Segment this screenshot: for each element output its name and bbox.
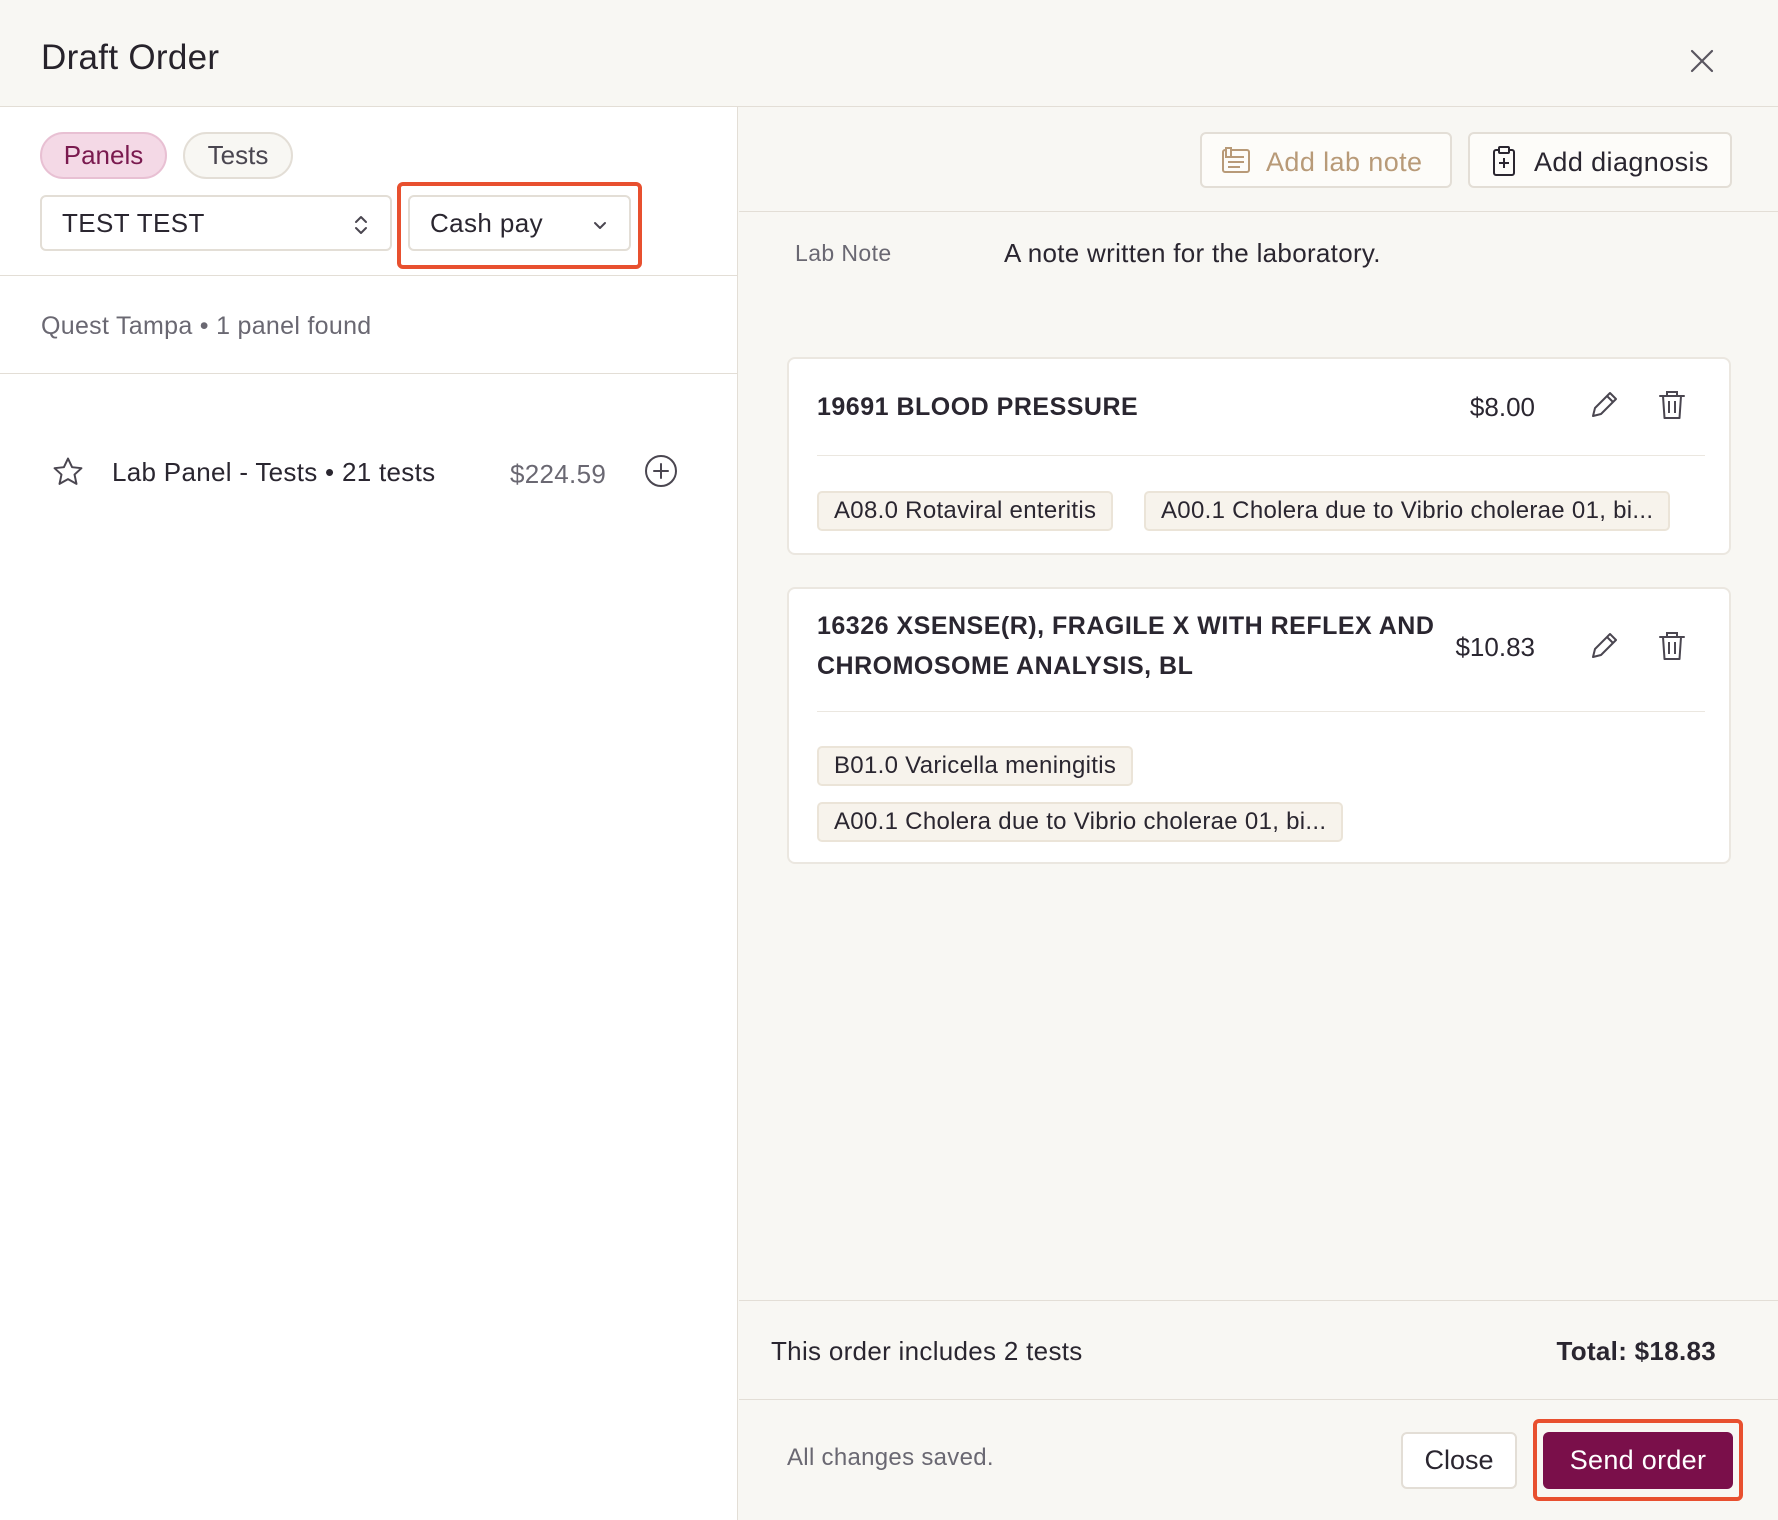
chevron-updown-icon (355, 216, 367, 234)
note-icon (1222, 147, 1250, 173)
send-order-button[interactable]: Send order (1543, 1432, 1733, 1489)
tab-tests[interactable]: Tests (183, 132, 293, 179)
add-circle-icon[interactable] (644, 454, 678, 488)
tab-panels[interactable]: Panels (40, 132, 167, 179)
list-item[interactable]: Lab Panel - Tests • 21 tests $224.59 (0, 440, 738, 500)
diagnosis-tag: A00.1 Cholera due to Vibrio cholerae 01,… (817, 802, 1344, 842)
test-name-line2: CHROMOSOME ANALYSIS, BL (817, 652, 1194, 680)
order-total: Total: $18.83 (1556, 1336, 1716, 1366)
test-count-text: This order includes 2 tests (771, 1336, 1083, 1366)
catalog-pane: Panels Tests TEST TEST Cash pay Quest Ta… (0, 107, 738, 1520)
trash-icon[interactable] (1655, 629, 1689, 663)
diagnosis-tag: A00.1 Cholera due to Vibrio cholerae 01,… (1144, 491, 1671, 531)
add-diagnosis-button[interactable]: Add diagnosis (1468, 132, 1732, 188)
divider (0, 373, 738, 374)
close-icon[interactable] (1684, 43, 1720, 79)
billing-select[interactable]: Cash pay (408, 195, 631, 251)
pencil-icon[interactable] (1587, 629, 1621, 663)
dialog-header: Draft Order (0, 0, 1778, 107)
add-lab-note-label: Add lab note (1266, 147, 1423, 177)
trash-icon[interactable] (1655, 388, 1689, 422)
test-name: 19691 BLOOD PRESSURE (817, 393, 1139, 421)
star-icon[interactable] (51, 455, 85, 489)
add-lab-note-button[interactable]: Add lab note (1200, 132, 1452, 188)
add-diagnosis-label: Add diagnosis (1534, 147, 1709, 177)
close-button[interactable]: Close (1401, 1432, 1517, 1489)
patient-select[interactable]: TEST TEST (40, 195, 392, 251)
patient-select-value: TEST TEST (62, 207, 205, 238)
divider (817, 455, 1705, 456)
test-price: $8.00 (1469, 392, 1535, 422)
dialog-title: Draft Order (41, 38, 220, 77)
test-name-line1: 16326 XSENSE(R), FRAGILE X WITH REFLEX A… (817, 612, 1435, 640)
lab-info: Quest Tampa • 1 panel found (41, 312, 372, 340)
panel-name: Lab Panel - Tests • 21 tests (112, 457, 436, 487)
test-card: 16326 XSENSE(R), FRAGILE X WITH REFLEX A… (787, 587, 1731, 864)
lab-note-text: A note written for the laboratory. (1004, 238, 1381, 268)
divider (0, 275, 738, 276)
save-status: All changes saved. (787, 1444, 994, 1471)
divider (739, 211, 1778, 212)
diagnosis-tag: A08.0 Rotaviral enteritis (817, 491, 1114, 531)
diagnosis-tag: B01.0 Varicella meningitis (817, 746, 1134, 786)
test-price: $10.83 (1455, 632, 1535, 662)
clipboard-plus-icon (1493, 146, 1515, 176)
order-pane: Add lab note Add diagnosis Lab Note A no… (739, 107, 1778, 1520)
pencil-icon[interactable] (1587, 388, 1621, 422)
billing-select-value: Cash pay (430, 207, 544, 238)
chevron-down-icon (594, 222, 606, 229)
order-summary: This order includes 2 tests Total: $18.8… (739, 1300, 1778, 1400)
divider (817, 711, 1705, 712)
lab-note-label: Lab Note (795, 240, 892, 266)
test-card: 19691 BLOOD PRESSURE $8.00 A08.0 Rotavir… (787, 357, 1731, 555)
panel-price: $224.59 (510, 459, 607, 489)
